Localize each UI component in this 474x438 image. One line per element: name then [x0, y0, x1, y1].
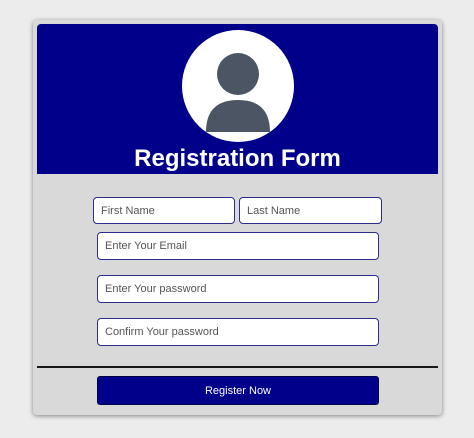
- user-avatar-icon: [182, 30, 294, 142]
- last-name-input[interactable]: [239, 197, 382, 224]
- first-name-input[interactable]: [93, 197, 235, 224]
- form-divider: [37, 366, 438, 368]
- form-header: Registration Form: [37, 24, 438, 174]
- registration-card: Registration Form Register Now: [33, 20, 442, 415]
- form-title: Registration Form: [134, 145, 341, 172]
- email-input[interactable]: [97, 232, 379, 260]
- password-input[interactable]: [97, 275, 379, 303]
- register-button[interactable]: Register Now: [97, 376, 379, 405]
- confirm-password-input[interactable]: [97, 318, 379, 346]
